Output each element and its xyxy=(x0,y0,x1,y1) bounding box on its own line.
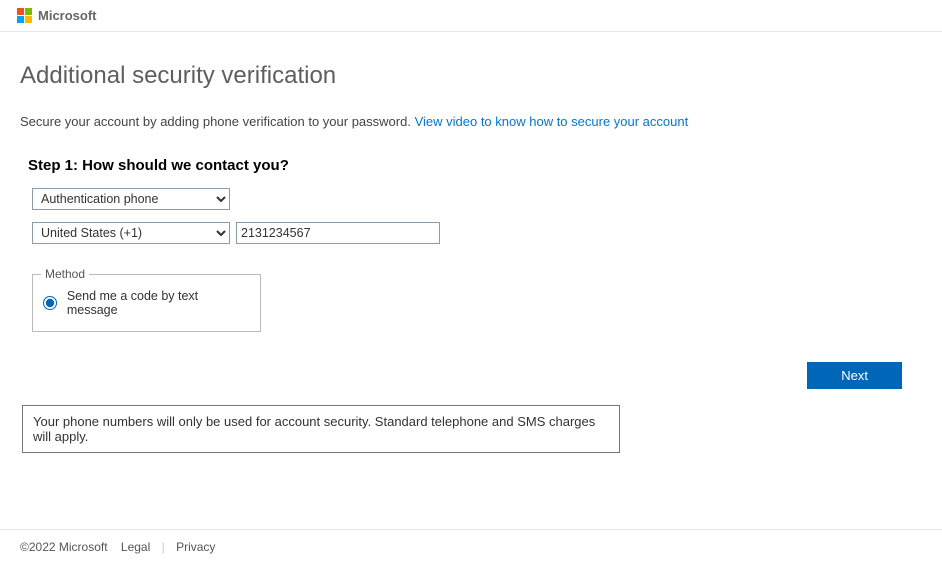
contact-method-select[interactable]: Authentication phone xyxy=(32,188,230,210)
footer: ©2022 Microsoft Legal | Privacy xyxy=(0,529,942,564)
notice-box: Your phone numbers will only be used for… xyxy=(22,405,620,453)
next-row: Next xyxy=(20,362,922,389)
step-title: Step 1: How should we contact you? xyxy=(20,157,922,174)
brand-name: Microsoft xyxy=(38,8,97,23)
method-row: Authentication phone xyxy=(20,188,922,210)
country-code-select[interactable]: United States (+1) xyxy=(32,222,230,244)
footer-legal-link[interactable]: Legal xyxy=(121,540,150,554)
subtitle-link[interactable]: View video to know how to secure your ac… xyxy=(415,114,689,129)
microsoft-logo-icon xyxy=(16,8,32,24)
method-fieldset: Method Send me a code by text message xyxy=(32,274,261,332)
content: Additional security verification Secure … xyxy=(0,32,942,473)
method-legend: Method xyxy=(41,267,89,281)
header: Microsoft xyxy=(0,0,942,32)
radio-row[interactable]: Send me a code by text message xyxy=(43,289,250,317)
text-message-radio-label: Send me a code by text message xyxy=(67,289,250,317)
page-title: Additional security verification xyxy=(20,62,922,90)
phone-row: United States (+1) xyxy=(20,222,922,244)
text-message-radio[interactable] xyxy=(43,296,57,310)
next-button[interactable]: Next xyxy=(807,362,902,389)
phone-number-input[interactable] xyxy=(236,222,440,244)
footer-separator: | xyxy=(162,540,165,554)
footer-privacy-link[interactable]: Privacy xyxy=(176,540,215,554)
subtitle: Secure your account by adding phone veri… xyxy=(20,114,922,129)
footer-copyright: ©2022 Microsoft xyxy=(20,540,108,554)
subtitle-text: Secure your account by adding phone veri… xyxy=(20,114,415,129)
